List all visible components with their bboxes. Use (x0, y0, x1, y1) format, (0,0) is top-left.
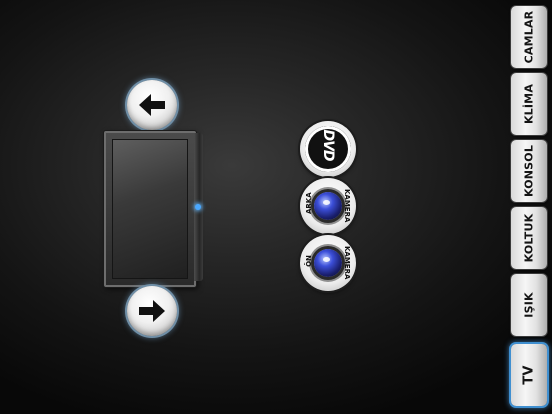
tab-konsol[interactable]: KONSOL (511, 140, 547, 202)
tv-screen (112, 139, 188, 279)
tab-label: TV (521, 365, 537, 385)
tab-koltuk[interactable]: KOLTUK (511, 207, 547, 269)
power-led-indicator (195, 204, 201, 210)
tab-label: IŞIK (522, 292, 536, 318)
dvd-source-button[interactable]: DVD (300, 121, 356, 177)
camera-lens-icon (314, 192, 342, 220)
front-camera-button[interactable]: ÖN KAMERA (300, 235, 356, 291)
tab-klima[interactable]: KLİMA (511, 73, 547, 135)
rear-camera-label-right: KAMERA (343, 189, 351, 223)
tab-label: KOLTUK (522, 213, 536, 263)
tv-control-screen: DVD ARKA KAMERA ÖN KAMERA CAMLAR KLİMA K… (0, 0, 552, 414)
arrow-right-icon (139, 300, 165, 322)
front-camera-label-left: ÖN (305, 255, 313, 267)
dvd-logo-text: DVD (320, 129, 336, 161)
tab-camlar[interactable]: CAMLAR (511, 6, 547, 68)
arrow-left-icon (139, 94, 165, 116)
category-tab-bar: CAMLAR KLİMA KONSOL KOLTUK IŞIK TV (509, 6, 549, 408)
rear-camera-label-left: ARKA (305, 192, 313, 214)
rear-camera-button[interactable]: ARKA KAMERA (300, 178, 356, 234)
tv-monitor-icon (104, 131, 196, 287)
camera-lens-icon (314, 249, 342, 277)
tab-isik[interactable]: IŞIK (511, 274, 547, 336)
tab-label: KONSOL (522, 144, 536, 198)
previous-button[interactable] (127, 80, 177, 130)
next-button[interactable] (127, 286, 177, 336)
tab-tv[interactable]: TV (511, 344, 547, 406)
tab-label: KLİMA (522, 83, 536, 125)
front-camera-label-right: KAMERA (343, 246, 351, 280)
tab-label: CAMLAR (522, 10, 536, 64)
